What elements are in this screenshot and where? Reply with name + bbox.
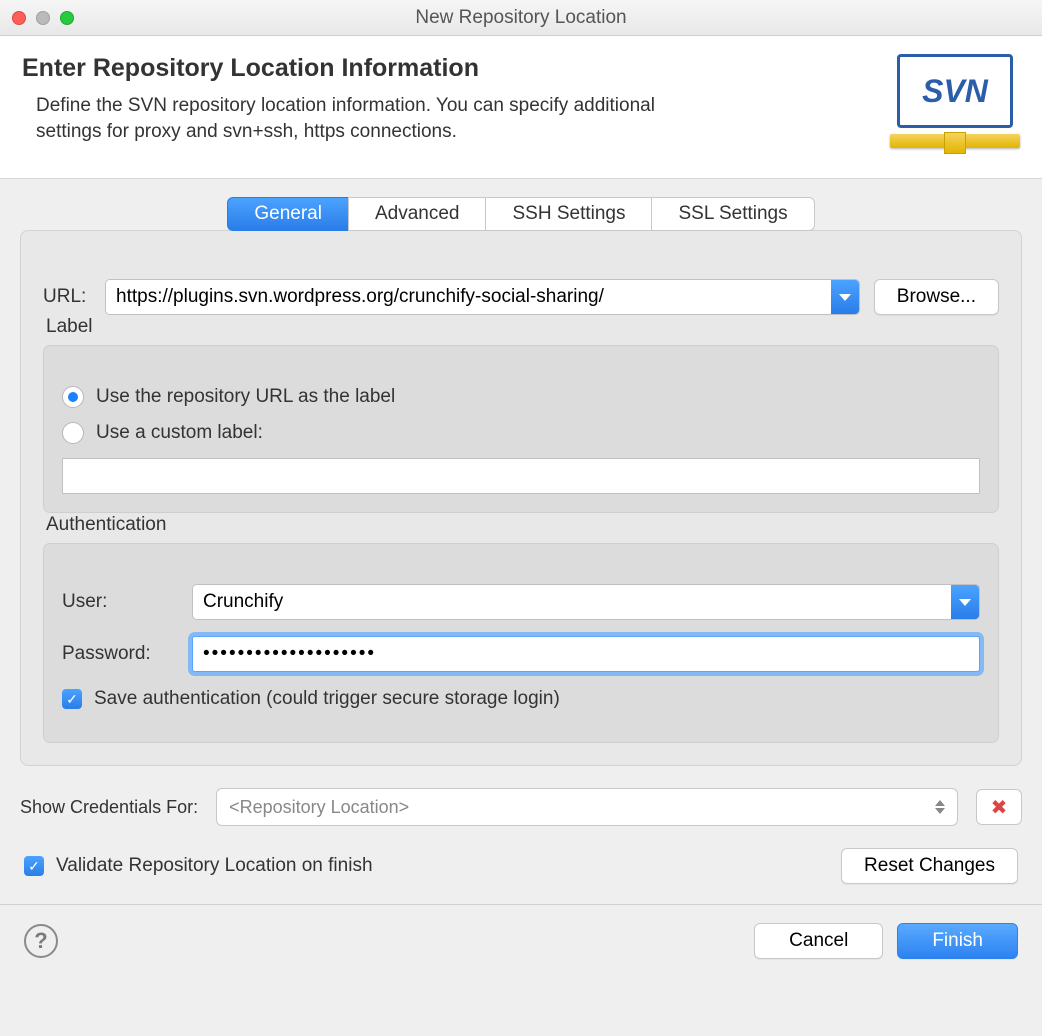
chevron-down-icon bbox=[839, 294, 851, 301]
label-group: Label Use the repository URL as the labe… bbox=[43, 345, 999, 513]
url-dropdown-arrow[interactable] bbox=[831, 280, 859, 314]
tab-ssl-settings[interactable]: SSL Settings bbox=[651, 197, 814, 231]
validate-checkbox[interactable]: ✓ bbox=[24, 856, 44, 876]
radio-custom-label[interactable] bbox=[62, 422, 84, 444]
finish-button[interactable]: Finish bbox=[897, 923, 1018, 959]
browse-button[interactable]: Browse... bbox=[874, 279, 999, 315]
tab-general[interactable]: General bbox=[227, 197, 348, 231]
page-title: Enter Repository Location Information bbox=[22, 54, 662, 83]
user-input[interactable] bbox=[193, 585, 951, 619]
tab-ssh-settings[interactable]: SSH Settings bbox=[485, 197, 651, 231]
radio-use-url[interactable] bbox=[62, 386, 84, 408]
cancel-button[interactable]: Cancel bbox=[754, 923, 883, 959]
password-input[interactable] bbox=[192, 636, 980, 672]
delete-credentials-button[interactable]: ✖ bbox=[976, 789, 1022, 825]
save-auth-label: Save authentication (could trigger secur… bbox=[94, 688, 560, 710]
svn-logo-text: SVN bbox=[897, 54, 1013, 128]
window-title: New Repository Location bbox=[0, 7, 1042, 29]
tab-advanced[interactable]: Advanced bbox=[348, 197, 486, 231]
stepper-icon bbox=[935, 800, 945, 814]
help-icon: ? bbox=[34, 928, 47, 954]
label-legend: Label bbox=[44, 316, 95, 338]
chevron-down-icon bbox=[959, 599, 971, 606]
tabs: General Advanced SSH Settings SSL Settin… bbox=[20, 197, 1022, 231]
reset-changes-button[interactable]: Reset Changes bbox=[841, 848, 1018, 884]
dialog-footer: ? Cancel Finish bbox=[0, 904, 1042, 977]
url-combo[interactable] bbox=[105, 279, 860, 315]
page-description: Define the SVN repository location infor… bbox=[22, 93, 662, 144]
credentials-select[interactable]: <Repository Location> bbox=[216, 788, 958, 826]
radio-custom-label-text: Use a custom label: bbox=[96, 422, 263, 444]
authentication-group: Authentication User: Password: ✓ Save au… bbox=[43, 543, 999, 743]
user-combo[interactable] bbox=[192, 584, 980, 620]
url-input[interactable] bbox=[106, 280, 831, 314]
radio-use-url-label: Use the repository URL as the label bbox=[96, 386, 395, 408]
custom-label-input[interactable] bbox=[62, 458, 980, 494]
user-label: User: bbox=[62, 591, 176, 613]
user-dropdown-arrow[interactable] bbox=[951, 585, 979, 619]
delete-icon: ✖ bbox=[991, 795, 1008, 820]
auth-legend: Authentication bbox=[44, 514, 168, 536]
svn-logo-icon: SVN bbox=[890, 54, 1020, 164]
help-button[interactable]: ? bbox=[24, 924, 58, 958]
url-label: URL: bbox=[43, 286, 91, 308]
general-panel: URL: Browse... Label Use the repository … bbox=[20, 230, 1022, 766]
password-label: Password: bbox=[62, 643, 176, 665]
save-auth-checkbox[interactable]: ✓ bbox=[62, 689, 82, 709]
dialog-header: Enter Repository Location Information De… bbox=[0, 36, 1042, 179]
validate-label: Validate Repository Location on finish bbox=[56, 855, 373, 877]
titlebar: New Repository Location bbox=[0, 0, 1042, 36]
credentials-placeholder: <Repository Location> bbox=[229, 797, 409, 818]
show-credentials-label: Show Credentials For: bbox=[20, 797, 198, 818]
